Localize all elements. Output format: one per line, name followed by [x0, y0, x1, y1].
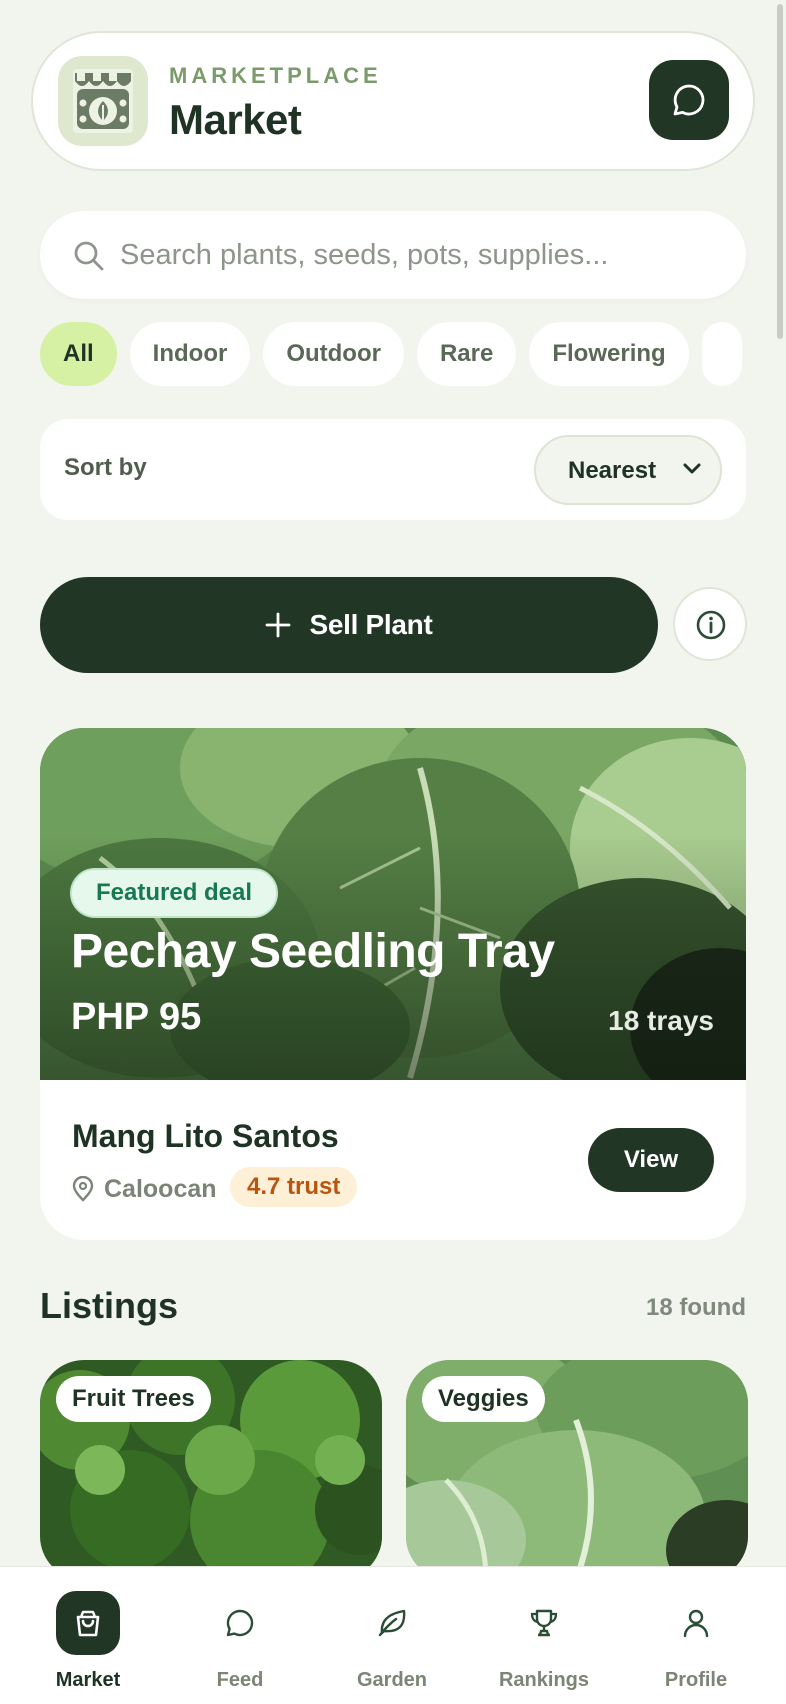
seller-name: Mang Lito Santos: [72, 1118, 339, 1154]
chip-indoor[interactable]: Indoor: [129, 322, 251, 386]
bottom-nav: Market Feed Garden Rankings Profile: [0, 1566, 786, 1704]
header-kicker: MARKETPLACE: [169, 63, 382, 88]
trust-badge: 4.7 trust: [230, 1167, 358, 1207]
listing-category-tag: Fruit Trees: [56, 1376, 211, 1422]
chevron-down-icon: [683, 463, 701, 474]
header-card: MARKETPLACE Market: [31, 31, 755, 171]
listing-category-tag: Veggies: [422, 1376, 545, 1422]
nav-label-garden: Garden: [356, 1669, 428, 1691]
search-icon: [74, 241, 104, 271]
sort-card: Sort by Nearest: [40, 419, 746, 520]
featured-price: PHP 95: [71, 996, 202, 1038]
nav-item-profile[interactable]: Profile: [620, 1567, 772, 1704]
chat-button[interactable]: [649, 60, 729, 140]
scrollbar[interactable]: [774, 0, 786, 1566]
sell-plant-label: Sell Plant: [309, 609, 433, 640]
shopping-bag-icon: [76, 1610, 100, 1637]
chat-bubble-icon: [226, 1609, 254, 1637]
sell-plant-button[interactable]: Sell Plant: [40, 577, 658, 673]
nav-item-garden[interactable]: Garden: [316, 1567, 468, 1704]
nav-label-profile: Profile: [664, 1669, 728, 1691]
search-input[interactable]: [120, 229, 720, 281]
chip-more[interactable]: [701, 322, 742, 386]
featured-deal-card[interactable]: Featured deal Pechay Seedling Tray PHP 9…: [40, 728, 746, 1240]
nav-item-rankings[interactable]: Rankings: [468, 1567, 620, 1704]
chip-all[interactable]: All: [40, 322, 117, 386]
chat-bubble-icon: [673, 84, 705, 116]
chip-outdoor[interactable]: Outdoor: [263, 322, 404, 386]
sort-value: Nearest: [568, 457, 657, 484]
nav-item-market[interactable]: Market: [12, 1567, 164, 1704]
category-filter-bar: All Indoor Outdoor Rare Flowering: [40, 322, 752, 386]
nav-label-market: Market: [55, 1669, 121, 1691]
user-icon: [683, 1609, 709, 1638]
scrollbar-thumb[interactable]: [777, 4, 783, 339]
seller-location: Caloocan: [104, 1175, 217, 1203]
listings-count: 18 found: [646, 1294, 746, 1321]
plus-icon: [266, 612, 291, 638]
view-button[interactable]: View: [588, 1128, 714, 1192]
nav-label-feed: Feed: [216, 1669, 264, 1691]
sort-select[interactable]: Nearest: [534, 435, 722, 505]
listing-card[interactable]: Fruit Trees: [40, 1360, 382, 1580]
chip-flowering[interactable]: Flowering: [529, 322, 689, 386]
featured-badge: Featured deal: [70, 868, 279, 918]
featured-quantity: 18 trays: [608, 1005, 714, 1036]
listing-card[interactable]: Veggies: [406, 1360, 748, 1580]
location-pin-icon: [72, 1176, 94, 1202]
info-button[interactable]: [673, 587, 747, 661]
market-screen: MARKETPLACE Market AllIndoorOutdoorRareF…: [0, 0, 786, 1704]
info-circle-icon: [696, 610, 726, 640]
market-stall-leaf-icon: [58, 56, 148, 146]
search-bar[interactable]: [40, 211, 746, 299]
nav-label-rankings: Rankings: [498, 1669, 590, 1691]
listings-title: Listings: [40, 1285, 179, 1326]
nav-item-feed[interactable]: Feed: [164, 1567, 316, 1704]
chip-rare[interactable]: Rare: [416, 322, 517, 386]
page-title: Market: [169, 96, 302, 143]
sort-label: Sort by: [64, 454, 147, 481]
trophy-icon: [530, 1609, 558, 1637]
featured-title: Pechay Seedling Tray: [71, 925, 555, 978]
leaf-icon: [378, 1609, 406, 1637]
